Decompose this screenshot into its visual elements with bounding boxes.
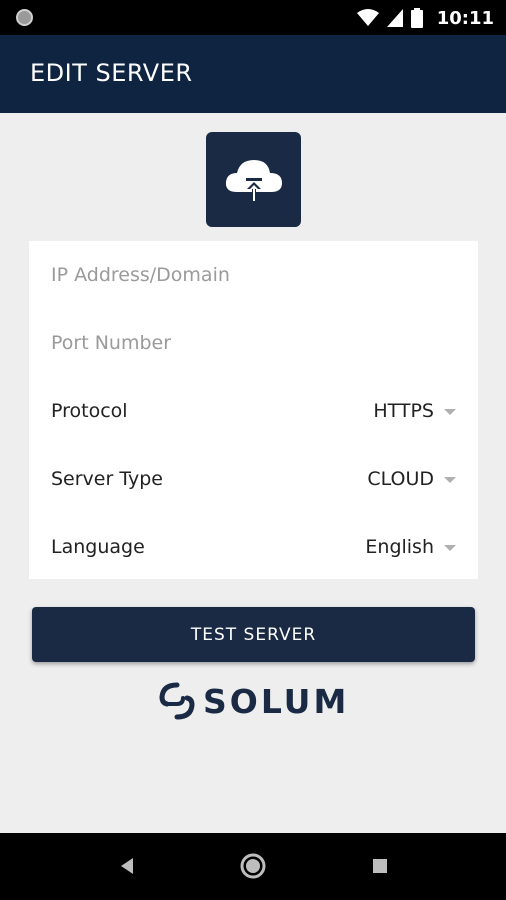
signal-icon — [386, 9, 403, 27]
language-select[interactable]: English — [365, 536, 456, 558]
solum-logo: SOLUM — [157, 679, 352, 723]
page-title: EDIT SERVER — [30, 59, 193, 87]
dropdown-arrow-icon — [444, 545, 456, 551]
protocol-select[interactable]: HTTPS — [373, 400, 456, 422]
main-content: Protocol HTTPS Server Type CLOUD Languag… — [0, 113, 506, 833]
battery-icon — [410, 8, 423, 28]
ip-address-input[interactable] — [51, 264, 456, 286]
dropdown-arrow-icon — [444, 409, 456, 415]
recents-icon[interactable] — [365, 851, 395, 881]
server-form: Protocol HTTPS Server Type CLOUD Languag… — [29, 241, 478, 579]
port-number-row — [51, 323, 456, 363]
dropdown-arrow-icon — [444, 477, 456, 483]
server-type-row: Server Type CLOUD — [51, 459, 456, 499]
protocol-label: Protocol — [51, 400, 128, 422]
language-row: Language English — [51, 527, 456, 567]
protocol-value: HTTPS — [373, 400, 434, 422]
language-label: Language — [51, 536, 145, 558]
solum-logo-mark-icon — [159, 682, 195, 720]
home-icon[interactable] — [238, 851, 268, 881]
cloud-upload-tile — [206, 132, 301, 227]
language-value: English — [365, 536, 434, 558]
ip-address-row — [51, 255, 456, 295]
server-type-value: CLOUD — [367, 468, 434, 490]
notification-dot-icon — [16, 9, 33, 26]
system-nav-bar — [0, 833, 506, 900]
app-bar: EDIT SERVER — [0, 35, 506, 113]
server-type-label: Server Type — [51, 468, 163, 490]
cloud-upload-icon — [225, 159, 282, 202]
test-server-button[interactable]: TEST SERVER — [32, 607, 475, 662]
server-type-select[interactable]: CLOUD — [367, 468, 456, 490]
status-bar: 10:11 — [0, 0, 506, 35]
status-icons: 10:11 — [356, 6, 494, 30]
back-icon[interactable] — [113, 851, 143, 881]
logo-text: SOLUM — [203, 681, 350, 721]
port-number-input[interactable] — [51, 332, 456, 354]
status-time: 10:11 — [436, 7, 494, 29]
wifi-icon — [356, 9, 379, 26]
protocol-row: Protocol HTTPS — [51, 391, 456, 431]
